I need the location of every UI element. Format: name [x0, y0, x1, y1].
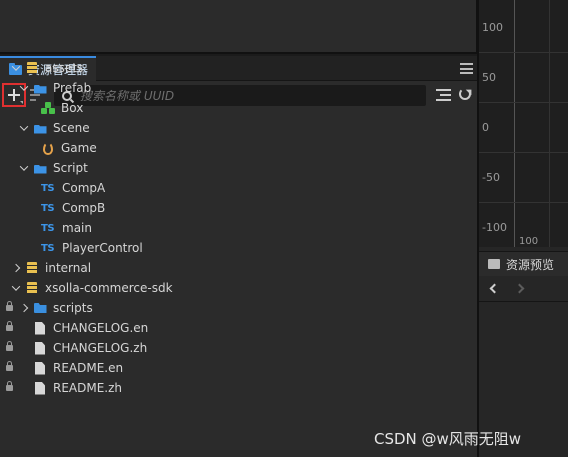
graph-grid-line: [479, 202, 568, 203]
lock-icon: [6, 381, 13, 392]
tree-item-label: internal: [45, 261, 92, 275]
tree-item-label: assets: [45, 61, 84, 75]
tree-item-label: PlayerControl: [62, 241, 143, 255]
tree-item[interactable]: README.zh: [0, 378, 477, 398]
graph-y-label: -100: [482, 221, 507, 234]
chevron-right-icon[interactable]: [11, 263, 21, 273]
chevron-down-icon[interactable]: [19, 83, 29, 93]
tree-item-label: CHANGELOG.en: [53, 321, 149, 335]
tree-item-label: CHANGELOG.zh: [53, 341, 148, 355]
typescript-icon: TS: [41, 222, 55, 234]
folder-open-icon: [33, 124, 47, 134]
typescript-icon: TS: [41, 242, 55, 254]
tree-item[interactable]: Game: [0, 138, 477, 158]
tree-item-label: Prefab: [53, 81, 92, 95]
scene-panel-area: [0, 0, 477, 54]
tab-asset-preview[interactable]: 资源预览: [479, 252, 568, 276]
tree-item[interactable]: TS CompA: [0, 178, 477, 198]
lock-icon: [6, 361, 13, 372]
graph-grid-line: [549, 0, 550, 247]
tree-item[interactable]: Box: [0, 98, 477, 118]
scene-icon: [43, 141, 53, 155]
folder-open-icon: [33, 84, 47, 94]
chevron-down-icon[interactable]: [11, 283, 21, 293]
chevron-down-icon[interactable]: [19, 123, 29, 133]
graph-grid-line: [479, 102, 568, 103]
database-icon: [27, 62, 37, 74]
file-icon: [35, 321, 45, 335]
tree-item[interactable]: Scene: [0, 118, 477, 138]
prefab-icon: [41, 102, 55, 114]
tree-item-label: CompA: [62, 181, 106, 195]
watermark: CSDN @w风雨无阻w: [374, 430, 522, 448]
chevron-down-icon[interactable]: [19, 163, 29, 173]
graph-x-label: 100: [519, 236, 539, 247]
lock-icon: [6, 341, 13, 352]
tab-asset-preview-label: 资源预览: [506, 257, 555, 272]
tree-item[interactable]: TS PlayerControl: [0, 238, 477, 258]
tree-item-label: xsolla-commerce-sdk: [45, 281, 173, 295]
chevron-right-icon[interactable]: [514, 283, 525, 294]
tree-item-label: Game: [61, 141, 97, 155]
right-panel: 100 50 0 -50 -100 100 资源预览: [479, 0, 568, 457]
preview-panel-header: 资源预览: [479, 251, 568, 276]
database-icon: [27, 282, 37, 294]
tree-item-label: Script: [53, 161, 88, 175]
tree-item[interactable]: TS CompB: [0, 198, 477, 218]
typescript-icon: TS: [41, 182, 55, 194]
file-icon: [35, 341, 45, 355]
tree-item[interactable]: CHANGELOG.en: [0, 318, 477, 338]
graph-y-label: 100: [482, 21, 503, 34]
file-icon: [35, 381, 45, 395]
graph-y-label: -50: [482, 171, 500, 184]
lock-icon: [6, 321, 13, 332]
tree-item-label: README.en: [53, 361, 124, 375]
graph-grid-line: [479, 52, 568, 53]
graph-axis-line: [514, 0, 515, 247]
tree-item-label: CompB: [62, 201, 106, 215]
chevron-left-icon[interactable]: [489, 283, 500, 294]
tree-item[interactable]: assets: [0, 58, 477, 78]
folder-open-icon: [33, 164, 47, 174]
tree-item[interactable]: Script: [0, 158, 477, 178]
tree-item[interactable]: CHANGELOG.zh: [0, 338, 477, 358]
tree-item-label: README.zh: [53, 381, 123, 395]
tree-item-label: main: [62, 221, 92, 235]
tree-item[interactable]: README.en: [0, 358, 477, 378]
tree-item-label: scripts: [53, 301, 93, 315]
typescript-icon: TS: [41, 202, 55, 214]
tree-item[interactable]: TS main: [0, 218, 477, 238]
tree-item[interactable]: scripts: [0, 298, 477, 318]
graph-grid-line: [479, 152, 568, 153]
graph-y-label: 50: [482, 71, 496, 84]
folder-icon: [33, 303, 47, 313]
tree-item[interactable]: xsolla-commerce-sdk: [0, 278, 477, 298]
chevron-down-icon[interactable]: [11, 63, 21, 73]
preview-nav: [479, 276, 568, 302]
chevron-right-icon[interactable]: [19, 303, 29, 313]
curve-graph[interactable]: 100 50 0 -50 -100 100: [479, 0, 568, 247]
graph-y-label: 0: [482, 121, 489, 134]
lock-icon: [6, 301, 13, 312]
tree-item[interactable]: internal: [0, 258, 477, 278]
folder-icon: [488, 259, 500, 269]
tree-item-label: Box: [61, 101, 84, 115]
tree-item-label: Scene: [53, 121, 90, 135]
database-icon: [27, 262, 37, 274]
file-icon: [35, 361, 45, 375]
asset-tree: assets Prefab Box Scene Game Script TS C…: [0, 58, 477, 398]
tree-item[interactable]: Prefab: [0, 78, 477, 98]
